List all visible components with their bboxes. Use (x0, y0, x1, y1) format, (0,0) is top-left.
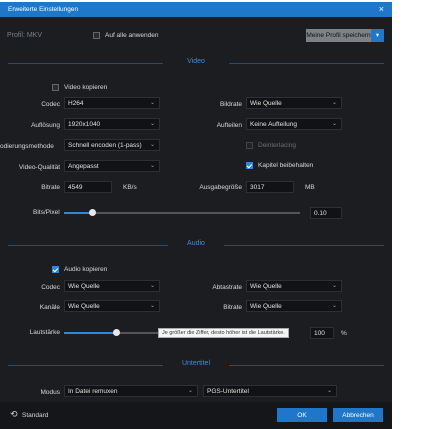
save-profile-dropdown-icon[interactable]: ▾ (371, 29, 384, 42)
bits-per-pixel-slider[interactable] (64, 212, 300, 214)
keep-chapters-label: Kapitel beibehalten (258, 162, 314, 169)
audio-copy-checkbox[interactable] (52, 266, 59, 273)
subtitle-section-header: Untertitel (8, 360, 384, 370)
encoding-method-label: odierungsmethode (0, 143, 54, 150)
chevron-down-icon: ⌄ (149, 142, 155, 148)
chevron-down-icon: ⌄ (331, 303, 337, 309)
output-size-label: Ausgabegröße (199, 184, 242, 191)
title-bar: Erweiterte Einstellungen × (0, 2, 392, 17)
deinterlace-label: Deinterlacing (258, 142, 296, 149)
deinterlace-checkbox[interactable] (246, 142, 253, 149)
video-bitrate-label: Bitrate (41, 184, 60, 191)
split-label: Aufteilen (216, 122, 242, 129)
apply-all-checkbox[interactable] (93, 32, 100, 39)
subtitle-format-select[interactable]: PGS-Untertitel ⌄ (203, 385, 337, 397)
audio-section-title: Audio (187, 240, 205, 247)
volume-input[interactable]: 100 (310, 327, 334, 339)
chevron-down-icon: ⌄ (149, 303, 155, 309)
video-quality-label: Video-Qualität (18, 164, 60, 171)
channels-label: Kanäle (39, 304, 60, 311)
chevron-down-icon: ⌄ (149, 100, 155, 106)
footer-bar: ⟲ Standard OK Abbrechen (0, 402, 392, 429)
audio-codec-select[interactable]: Wie Quelle ⌄ (64, 280, 160, 292)
resolution-select[interactable]: 1920x1040 ⌄ (64, 118, 160, 130)
audio-copy-label: Audio kopieren (64, 266, 108, 273)
samplerate-label: Abtastrate (212, 284, 242, 291)
video-copy-checkbox[interactable] (52, 84, 59, 91)
video-bitrate-unit: KB/s (123, 184, 137, 191)
subtitle-mode-label: Modus (40, 389, 60, 396)
keep-chapters-checkbox[interactable] (246, 162, 253, 169)
audio-codec-label: Codec (41, 284, 60, 291)
volume-label: Lautstärke (29, 329, 60, 336)
standard-button[interactable]: Standard (22, 412, 48, 419)
chevron-down-icon: ⌄ (149, 283, 155, 289)
chevron-down-icon: ⌄ (187, 388, 193, 394)
advanced-settings-dialog: Erweiterte Einstellungen × Profil: MKV A… (0, 2, 392, 429)
bits-per-pixel-slider-thumb[interactable] (88, 209, 96, 216)
video-section-title: Video (187, 58, 205, 65)
output-size-input[interactable]: 3017 (246, 181, 294, 193)
video-section-header: Video (8, 58, 384, 68)
chevron-down-icon: ⌄ (326, 388, 332, 394)
bits-per-pixel-input[interactable]: 0.10 (310, 207, 342, 219)
volume-slider-thumb[interactable] (112, 329, 120, 336)
chevron-down-icon: ⌄ (149, 121, 155, 127)
channels-select[interactable]: Wie Quelle ⌄ (64, 300, 160, 312)
ok-button[interactable]: OK (277, 408, 327, 422)
volume-unit: % (341, 330, 347, 337)
dialog-title: Erweiterte Einstellungen (8, 6, 79, 13)
framerate-select[interactable]: Wie Quelle ⌄ (246, 97, 342, 109)
video-copy-label: Video kopieren (64, 84, 108, 91)
samplerate-select[interactable]: Wie Quelle ⌄ (246, 280, 342, 292)
chevron-down-icon: ⌄ (149, 163, 155, 169)
audio-section-header: Audio (8, 240, 384, 250)
encoding-method-select[interactable]: Schnell encoden (1-pass) ⌄ (64, 139, 160, 151)
video-quality-select[interactable]: Angepasst ⌄ (64, 160, 160, 172)
apply-all-label: Auf alle anwenden (105, 32, 159, 39)
close-icon[interactable]: × (379, 4, 384, 14)
chevron-down-icon: ⌄ (331, 121, 337, 127)
volume-tooltip: Je größer die Ziffer, desto höher ist di… (158, 328, 289, 338)
subtitle-mode-select[interactable]: In Datei remuxen ⌄ (64, 385, 198, 397)
save-profile-button[interactable]: Meine Profil speichern (306, 29, 371, 42)
bits-per-pixel-label: Bits/Pixel (33, 209, 60, 216)
audio-bitrate-select[interactable]: Wie Quelle ⌄ (246, 300, 342, 312)
subtitle-section-title: Untertitel (181, 360, 210, 367)
profile-label: Profil: MKV (7, 32, 43, 39)
output-size-unit: MB (305, 184, 315, 191)
video-codec-select[interactable]: H264 ⌄ (64, 97, 160, 109)
video-codec-label: Codec (41, 101, 60, 108)
reset-icon: ⟲ (10, 409, 18, 419)
resolution-label: Auflösung (31, 122, 60, 129)
chevron-down-icon: ⌄ (331, 283, 337, 289)
video-bitrate-input[interactable]: 4549 (64, 181, 112, 193)
chevron-down-icon: ⌄ (331, 100, 337, 106)
audio-bitrate-label: Bitrate (223, 304, 242, 311)
cancel-button[interactable]: Abbrechen (333, 408, 383, 422)
split-select[interactable]: Keine Aufteilung ⌄ (246, 118, 342, 130)
framerate-label: Bildrate (219, 101, 242, 108)
